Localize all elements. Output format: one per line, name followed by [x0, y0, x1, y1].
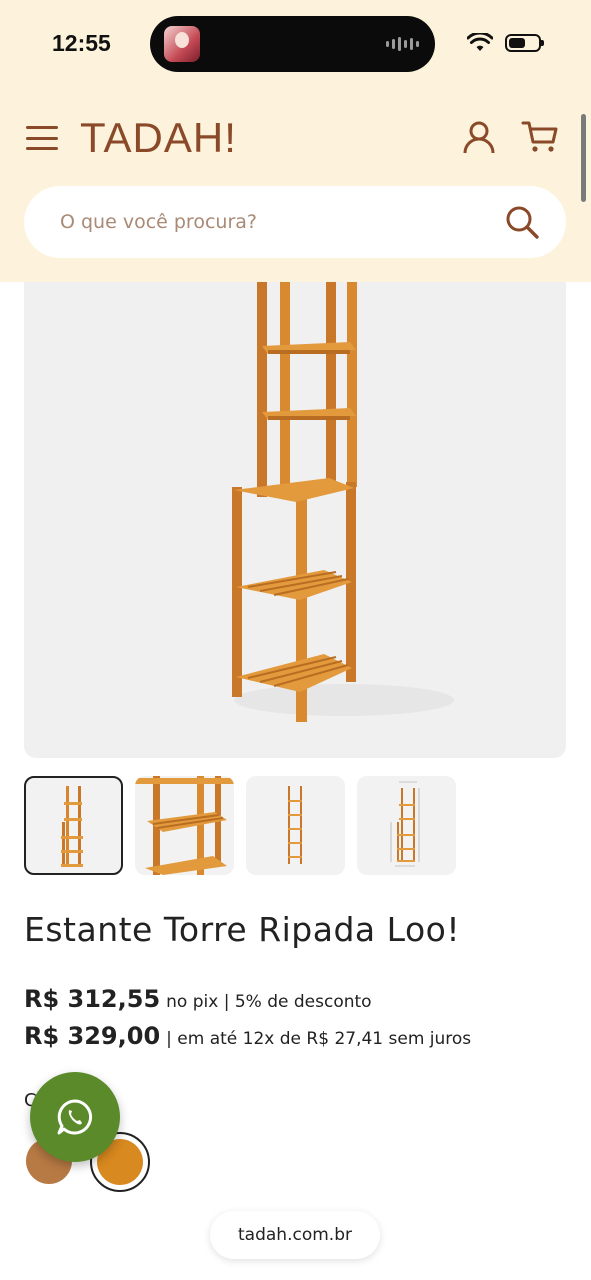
thumbnail-shelf-front[interactable]	[246, 776, 345, 875]
pix-discount-note: no pix | 5% de desconto	[166, 992, 372, 1012]
site-header: TADAH!	[0, 92, 591, 282]
search-input[interactable]	[60, 206, 480, 238]
shopping-cart-icon[interactable]	[521, 120, 559, 154]
wifi-icon	[467, 33, 493, 51]
site-logo[interactable]: TADAH!	[80, 114, 237, 162]
search-icon[interactable]	[504, 204, 540, 240]
whatsapp-chat-button[interactable]	[30, 1072, 120, 1162]
user-account-icon[interactable]	[462, 120, 496, 154]
card-price: R$ 329,00	[24, 1022, 161, 1050]
shelf-front-thumbnail-icon	[288, 786, 302, 864]
hamburger-menu-icon[interactable]	[26, 126, 58, 150]
shelf-detail-thumbnail-icon	[135, 776, 234, 875]
now-playing-artwork	[164, 26, 200, 62]
product-thumbnails	[24, 776, 456, 875]
status-icons	[467, 33, 544, 53]
browser-url-pill[interactable]: tadah.com.br	[210, 1211, 380, 1259]
shelf-dimensions-thumbnail-icon	[390, 781, 420, 867]
audio-waveform-icon	[386, 36, 419, 52]
status-bar: 12:55	[0, 0, 591, 92]
page-scrollbar[interactable]	[581, 114, 586, 202]
installment-price-row: R$ 329,00 | em até 12x de R$ 27,41 sem ju…	[24, 1022, 471, 1050]
whatsapp-icon	[57, 1099, 93, 1135]
thumbnail-shelf-detail[interactable]	[135, 776, 234, 875]
thumbnail-shelf-full[interactable]	[24, 776, 123, 875]
dynamic-island[interactable]	[150, 16, 435, 72]
pix-price: R$ 312,55	[24, 985, 161, 1013]
installment-note: | em até 12x de R$ 27,41 sem juros	[166, 1029, 472, 1049]
battery-icon	[505, 34, 544, 52]
search-bar	[24, 186, 566, 258]
wooden-tower-shelf-illustration	[232, 282, 454, 722]
shelf-thumbnail-icon	[61, 786, 83, 867]
status-time: 12:55	[52, 30, 111, 56]
product-title: Estante Torre Ripada Loo!	[24, 910, 461, 949]
product-main-image[interactable]	[24, 282, 566, 758]
thumbnail-shelf-dimensions[interactable]	[357, 776, 456, 875]
pix-price-row: R$ 312,55 no pix | 5% de desconto	[24, 985, 372, 1013]
